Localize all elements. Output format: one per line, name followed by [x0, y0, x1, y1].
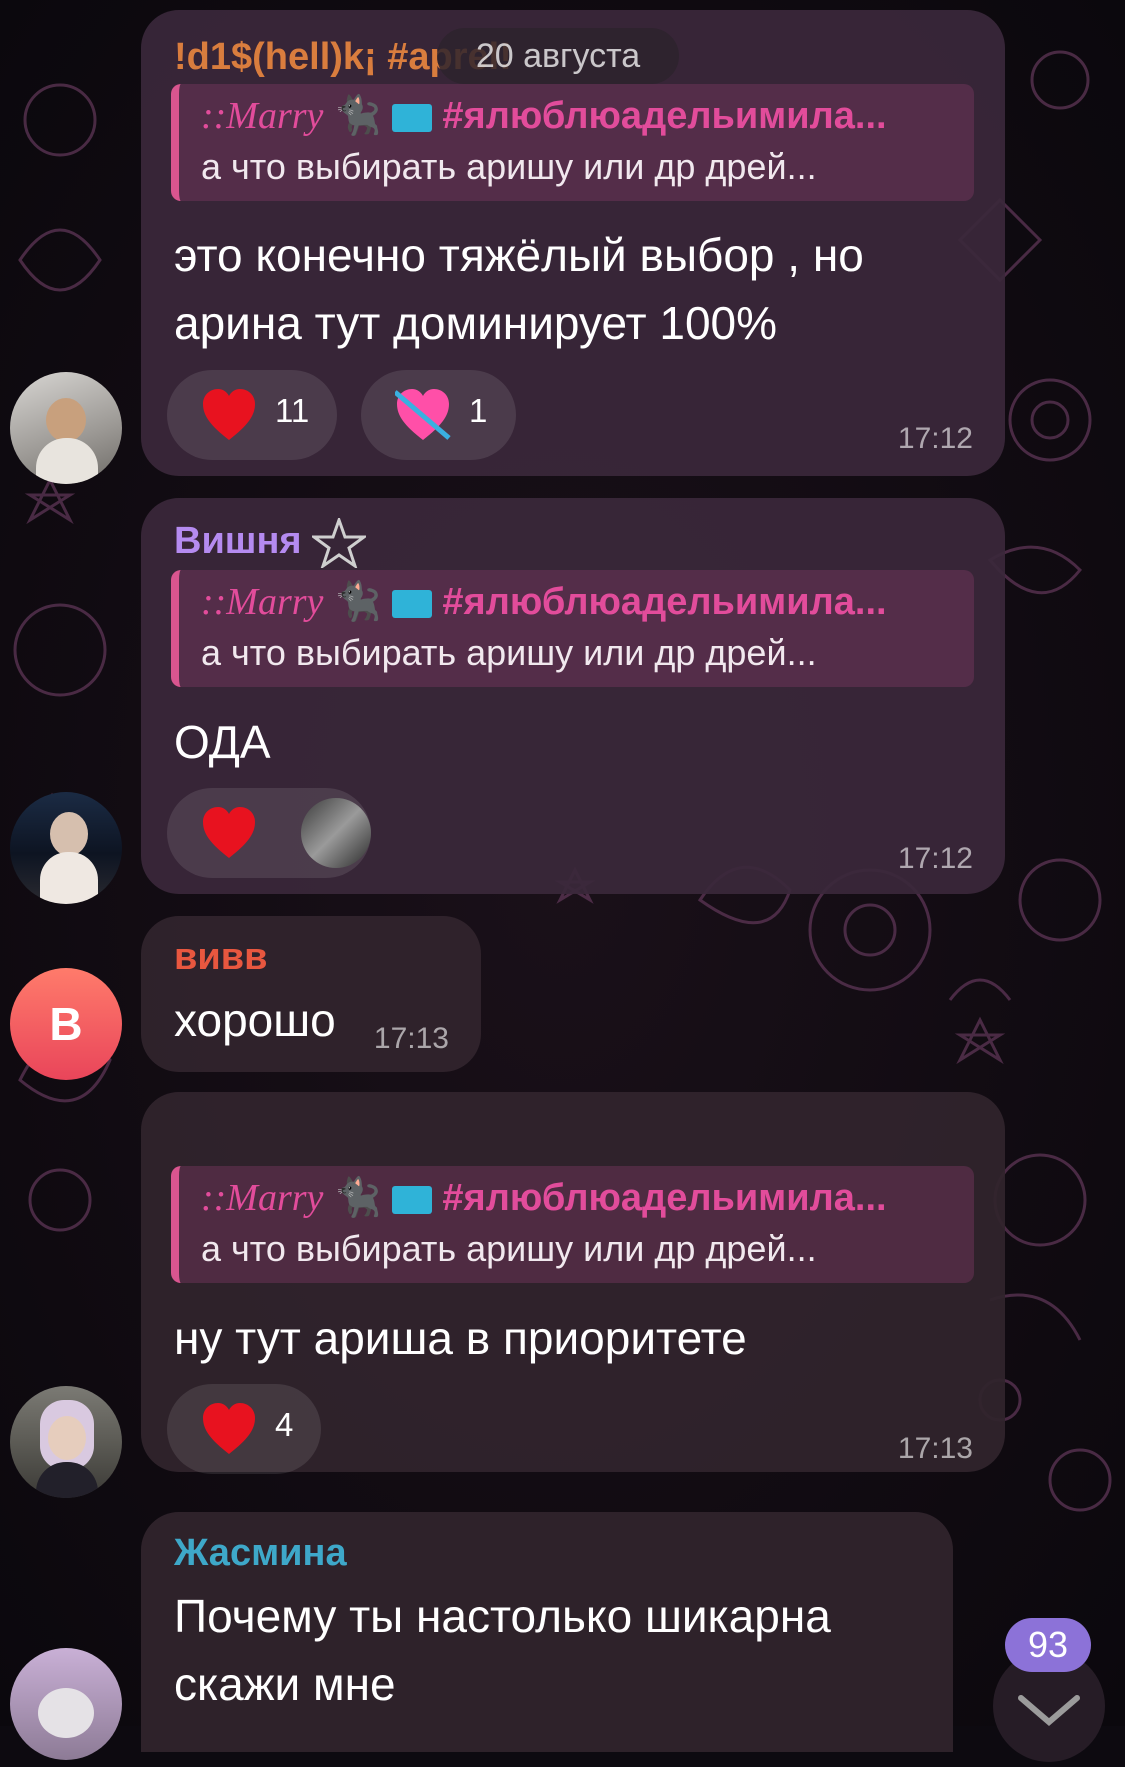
- reactor-avatar: [301, 798, 371, 868]
- reaction-count: 11: [275, 392, 310, 429]
- kazakhstan-flag-icon: [391, 589, 432, 618]
- reply-text: а что выбирать аришу или др дрей...: [201, 146, 817, 187]
- sender-name[interactable]: Жасмина: [174, 1532, 347, 1575]
- sender-name[interactable]: Вишня: [174, 515, 369, 570]
- message-time: 17:12: [897, 842, 973, 875]
- avatar[interactable]: [10, 1648, 122, 1760]
- kazakhstan-flag-icon: [391, 103, 432, 132]
- reaction-count: 4: [275, 1406, 294, 1443]
- message-text: Почему ты настолько шикарна скажи мне: [174, 1590, 831, 1710]
- reply-text: а что выбирать аришу или др дрей...: [201, 1228, 817, 1269]
- unread-count-badge: 93: [1005, 1618, 1091, 1672]
- heart-icon: [203, 807, 255, 858]
- message-time: 17:13: [897, 1432, 973, 1465]
- message-text: ну тут ариша в приоритете: [174, 1312, 747, 1364]
- cat-emoji-icon: 🐈‍⬛: [333, 1177, 382, 1219]
- heart-icon: [203, 389, 255, 440]
- avatar[interactable]: В: [10, 968, 122, 1080]
- reply-author: ::Marry 🐈‍⬛ #ялюблюадельимила...: [201, 95, 887, 137]
- avatar[interactable]: [10, 792, 122, 904]
- reaction-heart[interactable]: [167, 788, 371, 878]
- avatar[interactable]: [10, 1386, 122, 1498]
- cat-emoji-icon: 🐈‍⬛: [333, 95, 382, 137]
- message-time: 17:12: [897, 422, 973, 455]
- reaction-heart[interactable]: 11: [167, 370, 337, 460]
- message-bubble[interactable]: ::Marry 🐈‍⬛ #ялюблюадельимила... а что в…: [141, 1092, 1005, 1474]
- kazakhstan-flag-icon: [391, 1185, 432, 1214]
- cat-emoji-icon: 🐈‍⬛: [333, 581, 382, 623]
- message-bubble[interactable]: Жасмина Почему ты настолько шикарна скаж…: [141, 1512, 953, 1752]
- sender-name[interactable]: вивв: [174, 936, 267, 979]
- message-text: это конечно тяжёлый выбор , но арина тут…: [174, 229, 864, 349]
- reaction-heart[interactable]: 4: [167, 1384, 321, 1474]
- reply-quote[interactable]: ::Marry 🐈‍⬛ #ялюблюадельимила... а что в…: [171, 84, 974, 201]
- message-text: ОДА: [174, 716, 271, 768]
- date-badge: 20 августа: [437, 28, 679, 84]
- reply-quote[interactable]: ::Marry 🐈‍⬛ #ялюблюадельимила... а что в…: [171, 1166, 974, 1283]
- reply-quote[interactable]: ::Marry 🐈‍⬛ #ялюблюадельимила... а что в…: [171, 570, 974, 687]
- avatar[interactable]: [10, 372, 122, 484]
- message-bubble[interactable]: вивв хорошо 17:13: [141, 916, 481, 1072]
- reaction-count: 1: [469, 392, 488, 429]
- message-bubble[interactable]: Вишня ::Marry 🐈‍⬛ #ялюблюадельимила... а…: [141, 498, 1005, 894]
- heart-icon: [203, 1403, 255, 1454]
- star-icon: [309, 515, 369, 570]
- message-text: хорошо: [174, 994, 336, 1046]
- reply-author: ::Marry 🐈‍⬛ #ялюблюадельимила...: [201, 581, 887, 623]
- reply-text: а что выбирать аришу или др дрей...: [201, 632, 817, 673]
- message-time: 17:13: [373, 1022, 449, 1055]
- reply-author: ::Marry 🐈‍⬛ #ялюблюадельимила...: [201, 1177, 887, 1219]
- heart-with-arrow-icon: [395, 389, 451, 440]
- reaction-heart-arrow[interactable]: 1: [361, 370, 516, 460]
